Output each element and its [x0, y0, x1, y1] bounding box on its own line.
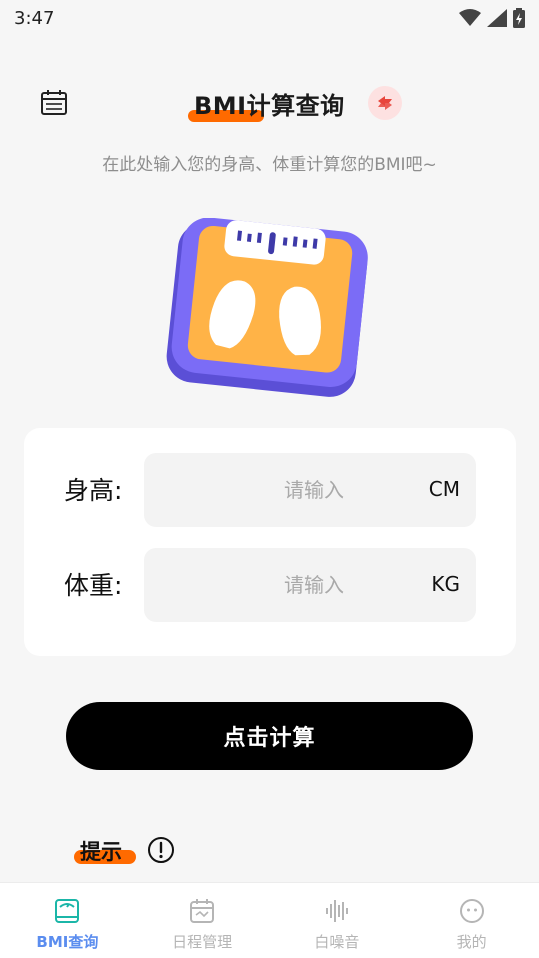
- header: BMI计算查询: [0, 78, 539, 128]
- calculate-button[interactable]: 点击计算: [66, 702, 473, 770]
- tab-bmi-label: BMI查询: [36, 933, 99, 951]
- info-icon: [148, 837, 174, 863]
- page-title-wrap: BMI计算查询: [188, 86, 345, 122]
- height-label: 身高:: [64, 476, 123, 505]
- tab-white-noise[interactable]: 白噪音: [270, 883, 405, 958]
- weight-label: 体重:: [64, 571, 123, 600]
- weight-row: 体重: KG: [24, 548, 516, 622]
- face-icon: [458, 897, 486, 925]
- height-field-box: CM: [144, 453, 476, 527]
- bmi-form-card: 身高: CM 体重: KG: [24, 428, 516, 656]
- scale-illustration: [166, 218, 368, 397]
- status-bar: 3:47: [0, 0, 539, 36]
- page-title: BMI计算查询: [194, 92, 345, 120]
- scale-icon: [53, 897, 81, 925]
- switch-arrows-icon: [378, 96, 392, 110]
- weight-unit: KG: [431, 572, 460, 596]
- tab-bmi[interactable]: BMI查询: [0, 883, 135, 958]
- calendar-button[interactable]: [38, 86, 70, 118]
- weight-field-box: KG: [144, 548, 476, 622]
- tab-mine[interactable]: 我的: [404, 883, 539, 958]
- bottom-tab-bar: BMI查询 日程管理 白噪音 我的: [0, 882, 539, 958]
- tab-mine-label: 我的: [456, 933, 487, 951]
- switch-button[interactable]: [368, 86, 402, 120]
- tip-label: 提示: [80, 840, 122, 864]
- tip-heading: 提示: [74, 836, 136, 868]
- tab-schedule[interactable]: 日程管理: [135, 883, 270, 958]
- calendar-icon: [188, 897, 216, 925]
- tab-schedule-label: 日程管理: [172, 933, 233, 951]
- tip-info-button[interactable]: [147, 836, 175, 864]
- status-icons: [459, 8, 525, 28]
- signal-icon: [487, 9, 507, 27]
- waveform-icon: [323, 897, 351, 925]
- wifi-icon: [459, 9, 481, 26]
- tab-white-noise-label: 白噪音: [314, 933, 360, 951]
- battery-icon: [513, 8, 525, 28]
- height-unit: CM: [428, 477, 460, 501]
- status-time: 3:47: [14, 7, 55, 29]
- subtitle: 在此处输入您的身高、体重计算您的BMI吧~: [102, 155, 437, 175]
- calendar-icon: [41, 90, 67, 115]
- height-input[interactable]: [144, 453, 404, 527]
- weight-input[interactable]: [144, 548, 404, 622]
- height-row: 身高: CM: [24, 453, 516, 527]
